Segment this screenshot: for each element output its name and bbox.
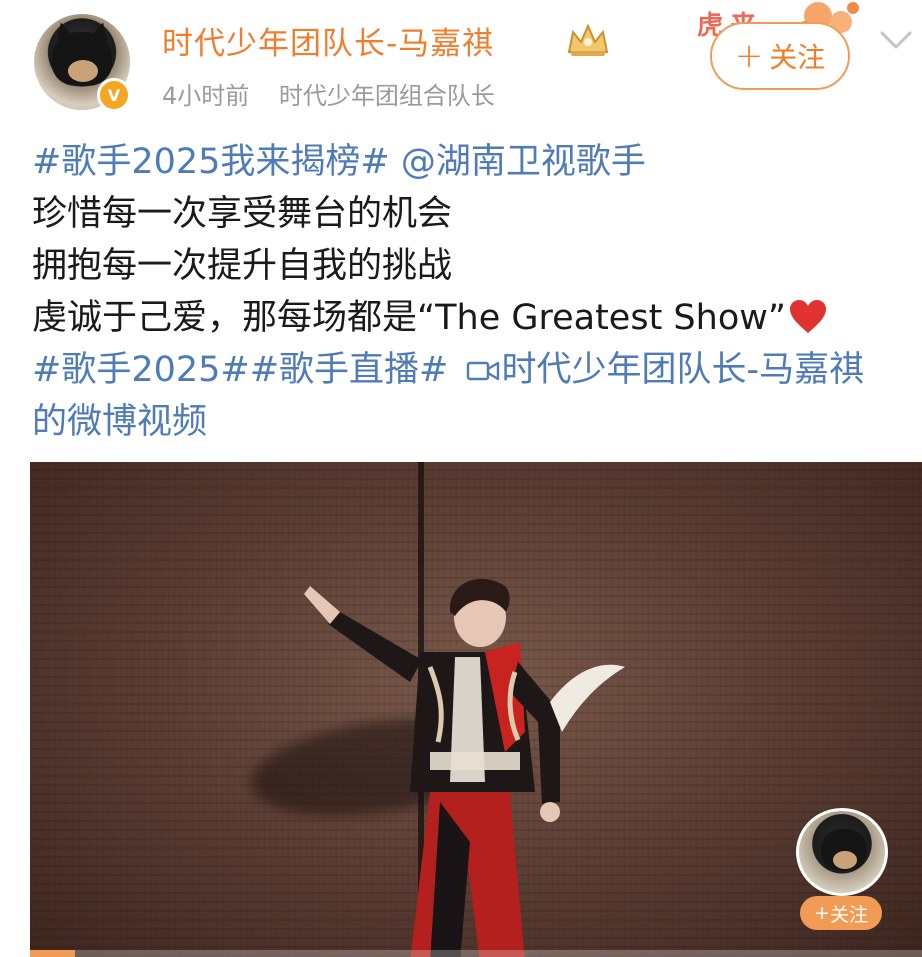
- post-line-4: 虔诚于己爱，那每场都是“The Greatest Show”: [32, 292, 917, 344]
- post-time: 4小时前: [162, 82, 250, 110]
- video-link-suffix[interactable]: 的微博视频: [32, 396, 917, 448]
- plus-icon: +: [814, 902, 830, 924]
- follow-label: 关注: [769, 41, 826, 74]
- hashtag-link[interactable]: #歌手直播#: [250, 350, 449, 390]
- video-progress-track[interactable]: [30, 950, 922, 957]
- post-line-2: 珍惜每一次享受舞台的机会: [32, 194, 453, 234]
- video-author-avatar[interactable]: [796, 808, 888, 896]
- performer-image: [304, 578, 625, 957]
- video-follow-button[interactable]: + 关注: [800, 896, 882, 930]
- hashtag-link[interactable]: #歌手2025#: [32, 350, 250, 390]
- author-name[interactable]: 时代少年团队长-马嘉祺: [162, 18, 494, 63]
- follow-button[interactable]: + 关注: [710, 22, 850, 90]
- heart-icon: [790, 300, 826, 333]
- video-follow-label: 关注: [829, 903, 868, 926]
- mention-link[interactable]: @湖南卫视歌手: [401, 142, 646, 182]
- video-player[interactable]: [30, 462, 922, 957]
- video-progress-fill: [30, 950, 75, 957]
- verified-icon: V: [97, 78, 131, 112]
- post-body: #歌手2025我来揭榜# @湖南卫视歌手 珍惜每一次享受舞台的机会 拥抱每一次提…: [32, 136, 917, 448]
- hashtag-link[interactable]: #歌手2025我来揭榜#: [32, 142, 390, 182]
- chevron-down-icon[interactable]: [878, 26, 914, 52]
- post-line-5: #歌手2025##歌手直播# 时代少年团队长-马嘉祺: [32, 344, 917, 396]
- author-title: 时代少年团组合队长: [278, 82, 495, 110]
- post-line-4-text: 虔诚于己爱，那每场都是“The Greatest Show”: [32, 298, 786, 338]
- video-cam-icon: [466, 361, 499, 381]
- post-line-3: 拥抱每一次提升自我的挑战: [32, 246, 453, 286]
- post-meta: 4小时前 时代少年团组合队长: [162, 76, 495, 111]
- post-line-1: #歌手2025我来揭榜# @湖南卫视歌手: [32, 136, 917, 188]
- video-link[interactable]: 时代少年团队长-马嘉祺: [502, 350, 865, 390]
- crown-icon: [567, 23, 609, 56]
- plus-icon: +: [734, 36, 764, 76]
